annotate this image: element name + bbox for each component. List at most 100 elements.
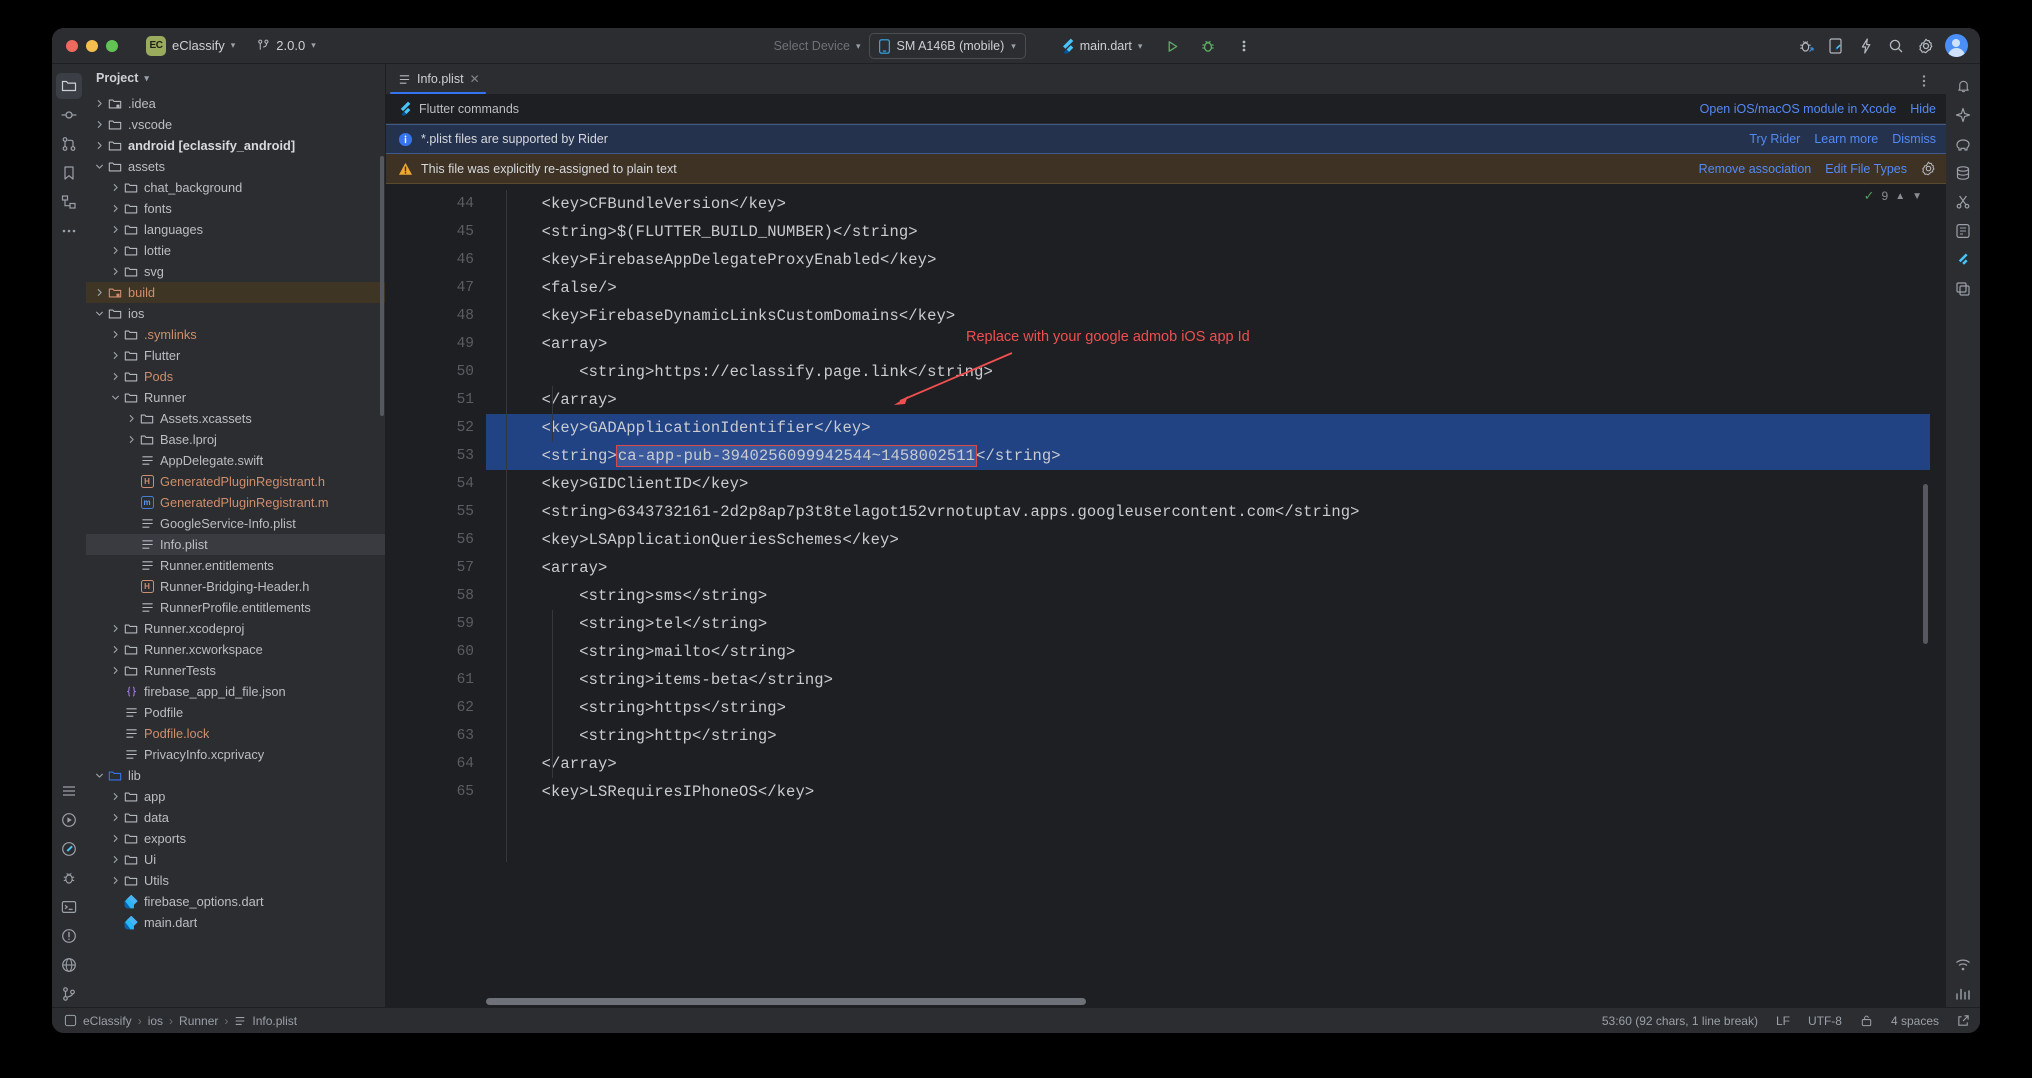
- tree-item[interactable]: exports: [86, 828, 385, 849]
- chevron-right-icon[interactable]: [108, 372, 122, 381]
- line-number[interactable]: 47: [386, 274, 486, 302]
- tool-problems-button[interactable]: [56, 923, 82, 949]
- line-number[interactable]: 48: [386, 302, 486, 330]
- hot-reload-button[interactable]: [1852, 33, 1880, 59]
- tool-ai-assistant-button[interactable]: [1950, 102, 1976, 128]
- chevron-right-icon[interactable]: [108, 645, 122, 654]
- line-number[interactable]: 53: [386, 442, 486, 470]
- tree-item[interactable]: app: [86, 786, 385, 807]
- tree-item[interactable]: Runner.xcworkspace: [86, 639, 385, 660]
- chevron-right-icon[interactable]: [108, 225, 122, 234]
- chevron-down-icon[interactable]: [92, 309, 106, 318]
- code-content[interactable]: <key>CFBundleVersion</key> <string>$(FLU…: [486, 184, 1946, 1007]
- tree-item[interactable]: Podfile: [86, 702, 385, 723]
- code-line[interactable]: <key>LSRequiresIPhoneOS</key>: [486, 778, 1946, 806]
- code-line[interactable]: <string>mailto</string>: [486, 638, 1946, 666]
- chevron-right-icon[interactable]: [108, 624, 122, 633]
- tool-bookmarks-button[interactable]: [56, 160, 82, 186]
- tool-flutter-inspector-button[interactable]: [56, 836, 82, 862]
- error-stripe-marks[interactable]: [1930, 184, 1946, 1007]
- project-tree-scrollbar[interactable]: [380, 156, 384, 416]
- search-button[interactable]: [1882, 33, 1910, 59]
- code-line[interactable]: <string>tel</string>: [486, 610, 1946, 638]
- breadcrumb-runner[interactable]: Runner: [179, 1014, 218, 1028]
- caret-position[interactable]: 53:60 (92 chars, 1 line break): [1602, 1014, 1758, 1028]
- tree-item[interactable]: H GeneratedPluginRegistrant.h: [86, 471, 385, 492]
- tool-flutter-outline-button[interactable]: [1950, 247, 1976, 273]
- device-selector[interactable]: SM A146B (mobile) ▾: [868, 33, 1026, 59]
- tool-git-button[interactable]: [56, 981, 82, 1007]
- breadcrumb[interactable]: eClassify › ios › Runner › Info.plist: [64, 1014, 297, 1028]
- line-number[interactable]: 61: [386, 666, 486, 694]
- chevron-right-icon[interactable]: [108, 876, 122, 885]
- admob-app-id-value[interactable]: ca-app-pub-3940256099942544~1458002511: [615, 445, 978, 467]
- tree-item[interactable]: main.dart: [86, 912, 385, 933]
- line-number[interactable]: 64: [386, 750, 486, 778]
- breadcrumb-ios[interactable]: ios: [148, 1014, 163, 1028]
- tree-item[interactable]: RunnerTests: [86, 660, 385, 681]
- tool-gradle-button[interactable]: [1950, 131, 1976, 157]
- line-number[interactable]: 49: [386, 330, 486, 358]
- code-line[interactable]: </array>: [486, 386, 1946, 414]
- chevron-right-icon[interactable]: [124, 414, 138, 423]
- select-device-dropdown[interactable]: Select Device ▾: [774, 39, 861, 53]
- chevron-right-icon[interactable]: [92, 141, 106, 150]
- line-number[interactable]: 62: [386, 694, 486, 722]
- chevron-right-icon[interactable]: [108, 351, 122, 360]
- tree-item[interactable]: RunnerProfile.entitlements: [86, 597, 385, 618]
- window-controls[interactable]: [66, 39, 118, 52]
- dismiss-rider-link[interactable]: Dismiss: [1892, 132, 1936, 146]
- tree-item[interactable]: .vscode: [86, 114, 385, 135]
- chevron-down-icon[interactable]: [92, 162, 106, 171]
- tool-structure-button[interactable]: [56, 189, 82, 215]
- tool-notifications-button[interactable]: [1950, 73, 1976, 99]
- code-line[interactable]: <key>FirebaseDynamicLinksCustomDomains</…: [486, 302, 1946, 330]
- tree-item[interactable]: m GeneratedPluginRegistrant.m: [86, 492, 385, 513]
- code-line[interactable]: <key>FirebaseAppDelegateProxyEnabled</ke…: [486, 246, 1946, 274]
- debug-button[interactable]: [1194, 33, 1222, 59]
- code-line[interactable]: <string>$(FLUTTER_BUILD_NUMBER)</string>: [486, 218, 1946, 246]
- project-panel-header[interactable]: Project ▾: [86, 64, 385, 92]
- line-separator[interactable]: LF: [1776, 1014, 1790, 1028]
- tree-item[interactable]: Runner.xcodeproj: [86, 618, 385, 639]
- tree-item[interactable]: firebase_options.dart: [86, 891, 385, 912]
- tool-run-button[interactable]: [56, 807, 82, 833]
- tree-item[interactable]: Info.plist: [86, 534, 385, 555]
- close-window-button[interactable]: [66, 39, 78, 52]
- tree-item[interactable]: H Runner-Bridging-Header.h: [86, 576, 385, 597]
- tool-terminal-button[interactable]: [56, 894, 82, 920]
- line-number-gutter[interactable]: 44 45 46 47 48 49 50 51 52 53 54 55 56 57 58 59 60 61 62 63…: [386, 184, 506, 1007]
- tool-more-button[interactable]: [56, 218, 82, 244]
- chevron-down-icon[interactable]: [108, 393, 122, 402]
- line-number[interactable]: 58: [386, 582, 486, 610]
- tree-item[interactable]: fonts: [86, 198, 385, 219]
- code-horizontal-scrollbar[interactable]: [486, 998, 1086, 1005]
- line-number[interactable]: 56: [386, 526, 486, 554]
- code-line[interactable]: <false/>: [486, 274, 1946, 302]
- line-number[interactable]: 50: [386, 358, 486, 386]
- tree-item[interactable]: PrivacyInfo.xcprivacy: [86, 744, 385, 765]
- code-line[interactable]: <key>GIDClientID</key>: [486, 470, 1946, 498]
- code-line[interactable]: <string>http</string>: [486, 722, 1946, 750]
- chevron-right-icon[interactable]: [108, 183, 122, 192]
- run-button[interactable]: [1158, 33, 1186, 59]
- minimize-window-button[interactable]: [86, 39, 98, 52]
- line-number[interactable]: 54: [386, 470, 486, 498]
- code-editor[interactable]: 44 45 46 47 48 49 50 51 52 53 54 55 56 57 58 59 60 61 62 63…: [386, 184, 1946, 1007]
- chevron-right-icon[interactable]: [108, 666, 122, 675]
- line-number[interactable]: 51: [386, 386, 486, 414]
- code-line[interactable]: <string>items-beta</string>: [486, 666, 1946, 694]
- chevron-right-icon[interactable]: [108, 204, 122, 213]
- line-number[interactable]: 45: [386, 218, 486, 246]
- tool-pull-requests-button[interactable]: [56, 131, 82, 157]
- tree-item[interactable]: build: [86, 282, 385, 303]
- tree-item[interactable]: ios: [86, 303, 385, 324]
- code-line[interactable]: <string>6343732161-2d2p8ap7p3t8telagot15…: [486, 498, 1946, 526]
- try-rider-link[interactable]: Try Rider: [1749, 132, 1800, 146]
- tree-item[interactable]: GoogleService-Info.plist: [86, 513, 385, 534]
- close-tab-icon[interactable]: ✕: [470, 72, 480, 86]
- chevron-right-icon[interactable]: [92, 99, 106, 108]
- tree-item[interactable]: svg: [86, 261, 385, 282]
- line-number[interactable]: 59: [386, 610, 486, 638]
- tree-item[interactable]: Podfile.lock: [86, 723, 385, 744]
